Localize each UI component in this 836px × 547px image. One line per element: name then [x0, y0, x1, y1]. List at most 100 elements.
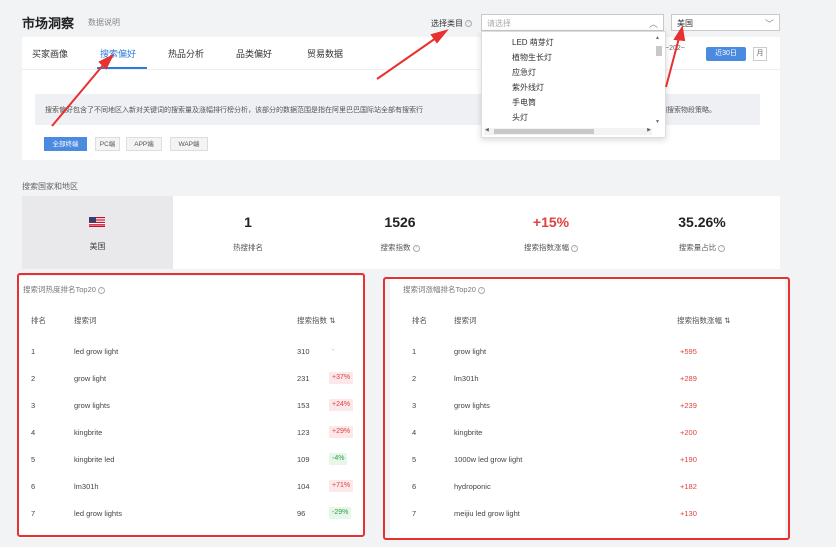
- col-header-term: 搜索词: [454, 316, 477, 325]
- country-cell[interactable]: 美国: [22, 196, 173, 269]
- sort-icon[interactable]: ⇅: [329, 316, 335, 325]
- col-header-term: 搜索词: [74, 316, 97, 325]
- filter-app[interactable]: APP端: [126, 137, 162, 151]
- scroll-thumb[interactable]: [494, 129, 594, 134]
- help-icon[interactable]: ?: [465, 20, 472, 28]
- tab-category-preference[interactable]: 品类偏好: [236, 47, 272, 60]
- tab-hot-products[interactable]: 热品分析: [168, 47, 204, 60]
- scroll-thumb[interactable]: [656, 46, 662, 56]
- change-badge: -29%: [329, 507, 352, 519]
- help-icon[interactable]: ?: [718, 244, 726, 252]
- table-row[interactable]: 1 led grow light 310 -: [23, 347, 359, 374]
- stat-label: 搜索量占比?: [627, 242, 777, 253]
- stat-search-index: 1526 搜索指数?: [325, 196, 475, 269]
- dropdown-item[interactable]: 应急灯: [512, 67, 536, 78]
- index-cell: 310: [297, 347, 310, 356]
- table-row[interactable]: 2 lm301h +289: [403, 374, 778, 401]
- dropdown-horizontal-scrollbar[interactable]: ◀ ▶: [484, 127, 652, 135]
- category-label-text: 选择类目: [431, 19, 463, 28]
- col-header-index[interactable]: 搜索指数 ⇅: [297, 315, 335, 326]
- scroll-right-icon[interactable]: ▶: [647, 127, 651, 133]
- section-label: 搜索国家和地区: [22, 182, 78, 191]
- table-row[interactable]: 7 led grow lights 96 -29%: [23, 507, 359, 536]
- filter-all-terminals[interactable]: 全部终端: [44, 137, 87, 151]
- category-dropdown: LED 萌芽灯 植物生长灯 应急灯 紫外线灯 手电筒 头灯 ▲ ▼ ◀ ▶: [481, 31, 666, 138]
- category-select[interactable]: 请选择 ︿: [481, 14, 664, 31]
- help-icon[interactable]: ?: [571, 244, 578, 252]
- dropdown-item[interactable]: 头灯: [512, 112, 528, 123]
- growth-cell: +130: [680, 509, 697, 518]
- term-cell: kingbrite led: [74, 455, 115, 464]
- data-description-link[interactable]: 数据说明: [88, 17, 120, 28]
- growth-cell: +289: [680, 374, 697, 383]
- growth-cell: +190: [680, 455, 697, 464]
- tab-buyer-profile[interactable]: 买家画像: [32, 47, 68, 60]
- hot-ranking-panel: 搜索词热度排名Top20? 排名 搜索词 搜索指数 ⇅ 1 led grow li…: [17, 276, 365, 538]
- table-row[interactable]: 3 grow lights +239: [403, 401, 778, 428]
- info-text: 搜索偏好包含了不同地区入新对关键词的搜索量及涨幅排行榜分析，该部分的数据范围是指…: [45, 107, 423, 114]
- table-row[interactable]: 5 kingbrite led 109 -4%: [23, 453, 359, 482]
- sort-icon[interactable]: ⇅: [724, 316, 730, 325]
- rank-cell: 3: [412, 401, 417, 410]
- stat-value: 1: [244, 214, 252, 230]
- index-cell: 96: [297, 509, 306, 518]
- country-value: 美国: [677, 19, 693, 28]
- dropdown-item[interactable]: LED 萌芽灯: [512, 37, 554, 48]
- term-cell: grow lights: [454, 401, 490, 410]
- tab-search-preference[interactable]: 搜索偏好: [100, 47, 136, 60]
- last-30-days-button[interactable]: 近30日: [706, 47, 746, 61]
- term-cell: meijiu led grow light: [454, 509, 520, 518]
- term-cell: kingbrite: [454, 428, 483, 437]
- table-row[interactable]: 3 grow lights 153 +24%: [23, 399, 359, 428]
- dropdown-item[interactable]: 植物生长灯: [512, 52, 552, 63]
- rank-cell: 7: [412, 509, 417, 518]
- help-icon[interactable]: ?: [412, 244, 420, 252]
- col-header-growth[interactable]: 搜索指数涨幅 ⇅: [677, 315, 730, 326]
- table-row[interactable]: 6 lm301h 104 +71%: [23, 480, 359, 509]
- stat-value: +15%: [532, 214, 570, 230]
- category-label: 选择类目?: [431, 18, 472, 29]
- index-cell: 231: [297, 374, 310, 383]
- scroll-down-icon[interactable]: ▼: [655, 119, 660, 125]
- month-button[interactable]: 月: [753, 47, 767, 61]
- us-flag-icon: [89, 217, 105, 227]
- term-cell: grow light: [454, 347, 487, 356]
- info-text-tail: 词搜索物段策略。: [660, 107, 716, 114]
- index-cell: 123: [297, 428, 310, 437]
- table-row[interactable]: 5 1000w led grow light +190: [403, 455, 778, 482]
- panel-title: 搜索词热度排名Top20?: [23, 284, 105, 295]
- table-row[interactable]: 1 grow light +595: [403, 347, 778, 374]
- growth-ranking-panel: 搜索词涨幅排名Top20? 排名 搜索词 搜索指数涨幅 ⇅ 1 grow ligh…: [390, 276, 785, 538]
- table-row[interactable]: 7 meijiu led grow light +130: [403, 509, 778, 536]
- index-cell: 109: [297, 455, 310, 464]
- table-row[interactable]: 2 grow light 231 +37%: [23, 372, 359, 401]
- table-row[interactable]: 6 hydroponic +182: [403, 482, 778, 509]
- rank-cell: 6: [31, 482, 36, 491]
- dropdown-item[interactable]: 手电筒: [512, 97, 536, 108]
- col-header-rank: 排名: [412, 316, 427, 325]
- dropdown-item[interactable]: 紫外线灯: [512, 82, 544, 93]
- tab-trade-data[interactable]: 贸易数据: [307, 47, 343, 60]
- country-select[interactable]: 美国 ﹀: [671, 14, 780, 31]
- chevron-up-icon: ︿: [648, 19, 658, 29]
- stat-label: 热搜排名: [233, 243, 263, 252]
- help-icon[interactable]: ?: [97, 286, 105, 294]
- table-row[interactable]: 4 kingbrite 123 +29%: [23, 426, 359, 455]
- dropdown-vertical-scrollbar[interactable]: ▲ ▼: [655, 34, 663, 126]
- filter-pc[interactable]: PC端: [95, 137, 120, 151]
- rank-cell: 3: [31, 401, 36, 410]
- rank-cell: 2: [412, 374, 417, 383]
- top-bar: 市场洞察 数据说明 选择类目? 请选择 ︿ 美国 ﹀: [0, 0, 836, 40]
- help-icon[interactable]: ?: [477, 286, 485, 294]
- stat-value: 35.26%: [678, 214, 726, 230]
- scroll-left-icon[interactable]: ◀: [485, 127, 489, 133]
- filter-wap[interactable]: WAP端: [170, 137, 208, 151]
- scroll-up-icon[interactable]: ▲: [655, 35, 660, 41]
- stat-hot-rank: 1 热搜排名: [173, 196, 323, 269]
- rank-cell: 7: [31, 509, 36, 518]
- stats-card: 美国 1 热搜排名 1526 搜索指数? +15% 搜索指数涨幅? 35.26%…: [22, 196, 780, 269]
- change-badge: +24%: [329, 399, 354, 411]
- stat-search-share: 35.26% 搜索量占比?: [627, 196, 777, 269]
- table-row[interactable]: 4 kingbrite +200: [403, 428, 778, 455]
- term-cell: hydroponic: [454, 482, 491, 491]
